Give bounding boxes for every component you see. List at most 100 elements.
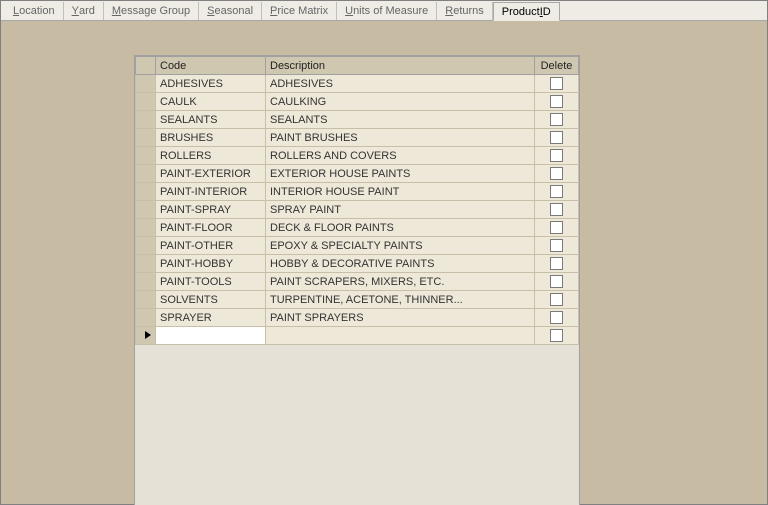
cell-description[interactable]: CAULKING xyxy=(266,93,535,111)
cell-code[interactable]: ROLLERS xyxy=(156,147,266,165)
tab-message-group[interactable]: Message Group xyxy=(104,2,199,20)
cell-delete[interactable] xyxy=(535,165,579,183)
table-row[interactable]: SOLVENTSTURPENTINE, ACETONE, THINNER... xyxy=(136,291,579,309)
table-row[interactable]: PAINT-EXTERIOREXTERIOR HOUSE PAINTS xyxy=(136,165,579,183)
cell-code[interactable]: SOLVENTS xyxy=(156,291,266,309)
cell-code[interactable]: PAINT-FLOOR xyxy=(156,219,266,237)
cell-description[interactable]: ROLLERS AND COVERS xyxy=(266,147,535,165)
table-row[interactable]: PAINT-INTERIORINTERIOR HOUSE PAINT xyxy=(136,183,579,201)
cell-description[interactable]: PAINT SPRAYERS xyxy=(266,309,535,327)
grid-header-code[interactable]: Code xyxy=(156,57,266,75)
cell-code[interactable]: PAINT-EXTERIOR xyxy=(156,165,266,183)
row-selector[interactable] xyxy=(136,93,156,111)
delete-checkbox[interactable] xyxy=(550,95,563,108)
cell-description[interactable]: EPOXY & SPECIALTY PAINTS xyxy=(266,237,535,255)
cell-code[interactable]: PAINT-TOOLS xyxy=(156,273,266,291)
row-selector[interactable] xyxy=(136,255,156,273)
row-selector-current[interactable] xyxy=(136,327,156,345)
cell-description-new[interactable] xyxy=(266,327,535,345)
cell-code-new[interactable] xyxy=(156,327,266,345)
delete-checkbox[interactable] xyxy=(550,221,563,234)
cell-code[interactable]: PAINT-SPRAY xyxy=(156,201,266,219)
cell-code[interactable]: PAINT-INTERIOR xyxy=(156,183,266,201)
delete-checkbox[interactable] xyxy=(550,329,563,342)
cell-delete[interactable] xyxy=(535,309,579,327)
cell-delete[interactable] xyxy=(535,129,579,147)
cell-code[interactable]: ADHESIVES xyxy=(156,75,266,93)
row-selector[interactable] xyxy=(136,183,156,201)
tab-returns[interactable]: Returns xyxy=(437,2,493,20)
grid-header-description[interactable]: Description xyxy=(266,57,535,75)
delete-checkbox[interactable] xyxy=(550,293,563,306)
cell-description[interactable]: EXTERIOR HOUSE PAINTS xyxy=(266,165,535,183)
delete-checkbox[interactable] xyxy=(550,113,563,126)
cell-delete[interactable] xyxy=(535,183,579,201)
delete-checkbox[interactable] xyxy=(550,77,563,90)
row-selector[interactable] xyxy=(136,291,156,309)
cell-delete[interactable] xyxy=(535,237,579,255)
cell-delete[interactable] xyxy=(535,111,579,129)
cell-code[interactable]: BRUSHES xyxy=(156,129,266,147)
delete-checkbox[interactable] xyxy=(550,311,563,324)
table-row[interactable]: PAINT-HOBBYHOBBY & DECORATIVE PAINTS xyxy=(136,255,579,273)
table-row[interactable]: PAINT-TOOLSPAINT SCRAPERS, MIXERS, ETC. xyxy=(136,273,579,291)
cell-code[interactable]: SPRAYER xyxy=(156,309,266,327)
delete-checkbox[interactable] xyxy=(550,131,563,144)
cell-delete-new[interactable] xyxy=(535,327,579,345)
cell-description[interactable]: INTERIOR HOUSE PAINT xyxy=(266,183,535,201)
row-selector[interactable] xyxy=(136,273,156,291)
row-selector[interactable] xyxy=(136,237,156,255)
tab-price-matrix[interactable]: Price Matrix xyxy=(262,2,337,20)
table-row[interactable]: BRUSHESPAINT BRUSHES xyxy=(136,129,579,147)
tab-yard[interactable]: Yard xyxy=(64,2,104,20)
delete-checkbox[interactable] xyxy=(550,185,563,198)
cell-delete[interactable] xyxy=(535,291,579,309)
table-row-new[interactable] xyxy=(136,327,579,345)
table-row[interactable]: PAINT-SPRAYSPRAY PAINT xyxy=(136,201,579,219)
cell-delete[interactable] xyxy=(535,93,579,111)
tab-product-id[interactable]: Product ID xyxy=(493,2,560,21)
tab-units-of-measure[interactable]: Units of Measure xyxy=(337,2,437,20)
row-selector[interactable] xyxy=(136,147,156,165)
cell-description[interactable]: HOBBY & DECORATIVE PAINTS xyxy=(266,255,535,273)
cell-description[interactable]: DECK & FLOOR PAINTS xyxy=(266,219,535,237)
table-row[interactable]: SPRAYERPAINT SPRAYERS xyxy=(136,309,579,327)
table-row[interactable]: ROLLERSROLLERS AND COVERS xyxy=(136,147,579,165)
cell-delete[interactable] xyxy=(535,201,579,219)
cell-description[interactable]: SPRAY PAINT xyxy=(266,201,535,219)
row-selector[interactable] xyxy=(136,309,156,327)
cell-delete[interactable] xyxy=(535,255,579,273)
cell-description[interactable]: PAINT SCRAPERS, MIXERS, ETC. xyxy=(266,273,535,291)
cell-delete[interactable] xyxy=(535,273,579,291)
tab-seasonal[interactable]: Seasonal xyxy=(199,2,262,20)
cell-code[interactable]: CAULK xyxy=(156,93,266,111)
table-row[interactable]: PAINT-OTHEREPOXY & SPECIALTY PAINTS xyxy=(136,237,579,255)
delete-checkbox[interactable] xyxy=(550,149,563,162)
grid-header-delete[interactable]: Delete xyxy=(535,57,579,75)
row-selector[interactable] xyxy=(136,129,156,147)
delete-checkbox[interactable] xyxy=(550,239,563,252)
cell-code[interactable]: PAINT-OTHER xyxy=(156,237,266,255)
row-selector[interactable] xyxy=(136,165,156,183)
table-row[interactable]: SEALANTSSEALANTS xyxy=(136,111,579,129)
cell-delete[interactable] xyxy=(535,147,579,165)
table-row[interactable]: PAINT-FLOORDECK & FLOOR PAINTS xyxy=(136,219,579,237)
delete-checkbox[interactable] xyxy=(550,203,563,216)
cell-description[interactable]: ADHESIVES xyxy=(266,75,535,93)
cell-description[interactable]: SEALANTS xyxy=(266,111,535,129)
cell-delete[interactable] xyxy=(535,219,579,237)
row-selector[interactable] xyxy=(136,111,156,129)
cell-description[interactable]: TURPENTINE, ACETONE, THINNER... xyxy=(266,291,535,309)
table-row[interactable]: ADHESIVESADHESIVES xyxy=(136,75,579,93)
table-row[interactable]: CAULKCAULKING xyxy=(136,93,579,111)
row-selector[interactable] xyxy=(136,201,156,219)
delete-checkbox[interactable] xyxy=(550,275,563,288)
tab-location[interactable]: Location xyxy=(5,2,64,20)
delete-checkbox[interactable] xyxy=(550,167,563,180)
cell-description[interactable]: PAINT BRUSHES xyxy=(266,129,535,147)
code-input[interactable] xyxy=(160,328,261,344)
row-selector[interactable] xyxy=(136,219,156,237)
delete-checkbox[interactable] xyxy=(550,257,563,270)
product-id-grid[interactable]: Code Description Delete ADHESIVESADHESIV… xyxy=(134,55,580,505)
cell-code[interactable]: SEALANTS xyxy=(156,111,266,129)
